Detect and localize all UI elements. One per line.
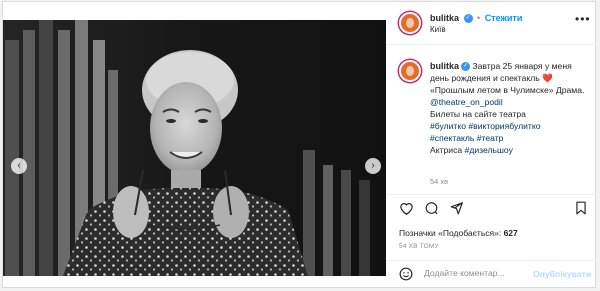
caption-time: 54 хв: [430, 177, 449, 186]
more-horizontal-icon[interactable]: •••: [575, 12, 591, 26]
publish-button[interactable]: Опублікувати: [533, 269, 591, 279]
heart-emoji: ❤️: [542, 73, 553, 83]
location-link[interactable]: Київ: [430, 25, 446, 34]
username-link[interactable]: bulitka: [430, 13, 459, 23]
caption-username[interactable]: bulitka: [430, 61, 459, 71]
caption-actress-label: Актриса: [430, 145, 465, 155]
chevron-left-icon[interactable]: ‹: [11, 158, 27, 174]
comment-input[interactable]: [424, 268, 544, 278]
hashtags-line-2[interactable]: #спектакль #театр: [430, 132, 592, 144]
caption-line-2: день рождения и спектакль ❤️: [430, 72, 592, 84]
comment-icon[interactable]: [424, 201, 439, 215]
page-frame: ‹ › bulitka ✓ • Стежити Київ ••• bulitka…: [0, 0, 600, 291]
heart-icon[interactable]: [399, 201, 414, 215]
bookmark-icon[interactable]: [575, 201, 587, 215]
separator-dot: •: [477, 13, 481, 23]
chevron-right-icon[interactable]: ›: [365, 158, 381, 174]
action-bar: [387, 194, 596, 223]
emoji-icon[interactable]: [399, 267, 413, 281]
caption-text-1: Завтра 25 января у меня: [472, 61, 572, 71]
caption-line-3: «Прошлым летом в Чулимске» Драма.: [430, 85, 585, 95]
caption-text-2: день рождения и спектакль: [430, 73, 540, 83]
caption-text: bulitka ✓ Завтра 25 января у меня день ро…: [430, 60, 592, 156]
post-photo[interactable]: ‹ ›: [3, 20, 386, 276]
instagram-post: ‹ › bulitka ✓ • Стежити Київ ••• bulitka…: [2, 1, 596, 288]
likes-count[interactable]: Позначки «Подобається»: 627: [399, 228, 518, 238]
post-header: bulitka ✓ • Стежити Київ •••: [387, 2, 596, 45]
mention-link[interactable]: @theatre_on_podil: [430, 96, 592, 108]
time-ago: 54 ХВ ТОМУ: [399, 243, 439, 250]
likes-number: 627: [503, 228, 518, 238]
verified-badge-icon: ✓: [463, 14, 473, 24]
caption-line-8: Актриса #дизельшоу: [430, 144, 592, 156]
comment-row: Опублікувати: [387, 260, 596, 288]
likes-label: Позначки «Подобається»:: [399, 228, 504, 238]
follow-button[interactable]: Стежити: [485, 13, 523, 23]
avatar[interactable]: [399, 12, 421, 34]
verified-badge-icon: ✓: [461, 62, 471, 72]
hashtags-line-1[interactable]: #булитко #викториябулитко: [430, 120, 592, 132]
caption-avatar[interactable]: [399, 60, 421, 82]
caption-block: bulitka ✓ Завтра 25 января у меня день ро…: [387, 44, 596, 195]
photo-image: [3, 20, 386, 276]
hashtag-last[interactable]: #дизельшоу: [465, 145, 513, 155]
header-user-line: bulitka ✓ • Стежити: [430, 13, 523, 24]
caption-line-1: bulitka ✓ Завтра 25 января у меня: [430, 60, 592, 72]
caption-line-5: Билеты на сайте театра: [430, 109, 526, 119]
share-icon[interactable]: [449, 201, 464, 215]
post-side-panel: bulitka ✓ • Стежити Київ ••• bulitka ✓ За…: [387, 2, 596, 287]
